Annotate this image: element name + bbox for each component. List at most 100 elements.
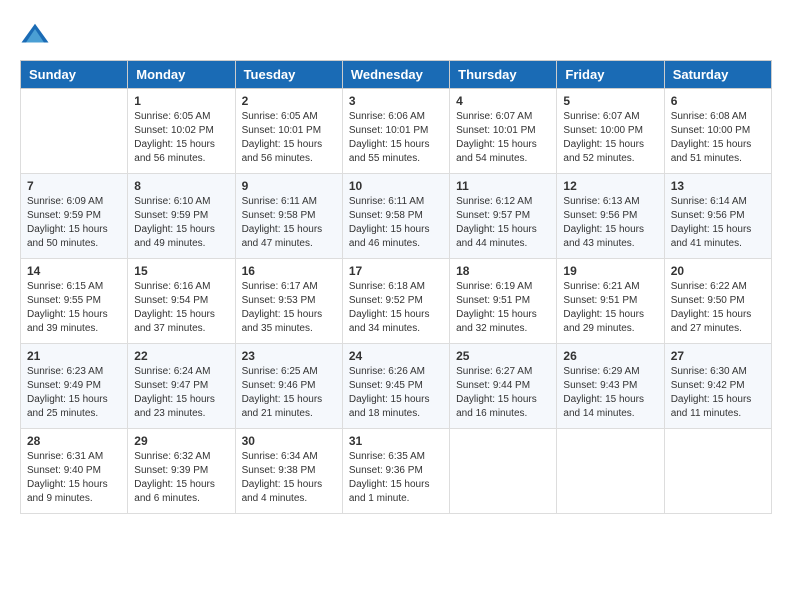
day-number: 25 xyxy=(456,349,550,363)
day-info: Sunrise: 6:08 AM Sunset: 10:00 PM Daylig… xyxy=(671,110,765,166)
calendar-cell: 10 Sunrise: 6:11 AM Sunset: 9:58 PM Dayli… xyxy=(342,174,449,259)
calendar-cell: 16 Sunrise: 6:17 AM Sunset: 9:53 PM Dayli… xyxy=(235,259,342,344)
day-number: 2 xyxy=(242,94,336,108)
day-number: 4 xyxy=(456,94,550,108)
day-number: 28 xyxy=(27,434,121,448)
day-info: Sunrise: 6:14 AM Sunset: 9:56 PM Dayligh… xyxy=(671,195,765,251)
day-info: Sunrise: 6:29 AM Sunset: 9:43 PM Dayligh… xyxy=(563,365,657,421)
calendar-cell: 3 Sunrise: 6:06 AM Sunset: 10:01 PM Dayli… xyxy=(342,89,449,174)
day-number: 19 xyxy=(563,264,657,278)
header-cell-friday: Friday xyxy=(557,61,664,89)
day-info: Sunrise: 6:07 AM Sunset: 10:00 PM Daylig… xyxy=(563,110,657,166)
calendar-cell xyxy=(450,429,557,514)
day-info: Sunrise: 6:11 AM Sunset: 9:58 PM Dayligh… xyxy=(349,195,443,251)
calendar-cell xyxy=(21,89,128,174)
header-cell-sunday: Sunday xyxy=(21,61,128,89)
day-info: Sunrise: 6:09 AM Sunset: 9:59 PM Dayligh… xyxy=(27,195,121,251)
day-number: 31 xyxy=(349,434,443,448)
day-info: Sunrise: 6:21 AM Sunset: 9:51 PM Dayligh… xyxy=(563,280,657,336)
day-number: 27 xyxy=(671,349,765,363)
day-number: 22 xyxy=(134,349,228,363)
calendar-cell: 30Sunrise: 6:34 AM Sunset: 9:38 PM Dayli… xyxy=(235,429,342,514)
day-info: Sunrise: 6:24 AM Sunset: 9:47 PM Dayligh… xyxy=(134,365,228,421)
day-info: Sunrise: 6:32 AM Sunset: 9:39 PM Dayligh… xyxy=(134,450,228,506)
header-cell-thursday: Thursday xyxy=(450,61,557,89)
header-cell-wednesday: Wednesday xyxy=(342,61,449,89)
day-number: 24 xyxy=(349,349,443,363)
calendar-cell: 25Sunrise: 6:27 AM Sunset: 9:44 PM Dayli… xyxy=(450,344,557,429)
day-number: 17 xyxy=(349,264,443,278)
day-number: 13 xyxy=(671,179,765,193)
calendar-cell: 23 Sunrise: 6:25 AM Sunset: 9:46 PM Dayli… xyxy=(235,344,342,429)
day-info: Sunrise: 6:26 AM Sunset: 9:45 PM Dayligh… xyxy=(349,365,443,421)
week-row-5: 28 Sunrise: 6:31 AM Sunset: 9:40 PM Dayli… xyxy=(21,429,772,514)
day-number: 14 xyxy=(27,264,121,278)
calendar-cell: 27 Sunrise: 6:30 AM Sunset: 9:42 PM Dayli… xyxy=(664,344,771,429)
day-number: 12 xyxy=(563,179,657,193)
day-info: Sunrise: 6:05 AM Sunset: 10:02 PM Daylig… xyxy=(134,110,228,166)
week-row-2: 7 Sunrise: 6:09 AM Sunset: 9:59 PM Daylig… xyxy=(21,174,772,259)
day-number: 10 xyxy=(349,179,443,193)
day-info: Sunrise: 6:31 AM Sunset: 9:40 PM Dayligh… xyxy=(27,450,121,506)
week-row-4: 21 Sunrise: 6:23 AM Sunset: 9:49 PM Dayli… xyxy=(21,344,772,429)
calendar-cell: 2 Sunrise: 6:05 AM Sunset: 10:01 PM Dayli… xyxy=(235,89,342,174)
day-number: 7 xyxy=(27,179,121,193)
day-number: 1 xyxy=(134,94,228,108)
day-number: 29 xyxy=(134,434,228,448)
day-number: 16 xyxy=(242,264,336,278)
calendar-cell: 6 Sunrise: 6:08 AM Sunset: 10:00 PM Dayli… xyxy=(664,89,771,174)
day-number: 8 xyxy=(134,179,228,193)
calendar-cell: 18 Sunrise: 6:19 AM Sunset: 9:51 PM Dayli… xyxy=(450,259,557,344)
header-row: SundayMondayTuesdayWednesdayThursdayFrid… xyxy=(21,61,772,89)
calendar-cell: 4 Sunrise: 6:07 AM Sunset: 10:01 PM Dayli… xyxy=(450,89,557,174)
calendar-cell: 31Sunrise: 6:35 AM Sunset: 9:36 PM Dayli… xyxy=(342,429,449,514)
week-row-1: 1 Sunrise: 6:05 AM Sunset: 10:02 PM Dayli… xyxy=(21,89,772,174)
calendar-cell: 19 Sunrise: 6:21 AM Sunset: 9:51 PM Dayli… xyxy=(557,259,664,344)
day-number: 21 xyxy=(27,349,121,363)
day-number: 26 xyxy=(563,349,657,363)
day-number: 6 xyxy=(671,94,765,108)
calendar-cell: 8 Sunrise: 6:10 AM Sunset: 9:59 PM Daylig… xyxy=(128,174,235,259)
day-info: Sunrise: 6:25 AM Sunset: 9:46 PM Dayligh… xyxy=(242,365,336,421)
day-info: Sunrise: 6:05 AM Sunset: 10:01 PM Daylig… xyxy=(242,110,336,166)
calendar-cell: 14 Sunrise: 6:15 AM Sunset: 9:55 PM Dayli… xyxy=(21,259,128,344)
calendar-cell: 21 Sunrise: 6:23 AM Sunset: 9:49 PM Dayli… xyxy=(21,344,128,429)
day-info: Sunrise: 6:17 AM Sunset: 9:53 PM Dayligh… xyxy=(242,280,336,336)
week-row-3: 14 Sunrise: 6:15 AM Sunset: 9:55 PM Dayli… xyxy=(21,259,772,344)
calendar-cell: 7 Sunrise: 6:09 AM Sunset: 9:59 PM Daylig… xyxy=(21,174,128,259)
day-number: 30 xyxy=(242,434,336,448)
header-cell-tuesday: Tuesday xyxy=(235,61,342,89)
calendar-cell: 15Sunrise: 6:16 AM Sunset: 9:54 PM Dayli… xyxy=(128,259,235,344)
header-cell-saturday: Saturday xyxy=(664,61,771,89)
day-number: 20 xyxy=(671,264,765,278)
calendar-cell: 22 Sunrise: 6:24 AM Sunset: 9:47 PM Dayli… xyxy=(128,344,235,429)
day-number: 5 xyxy=(563,94,657,108)
calendar-cell: 5 Sunrise: 6:07 AM Sunset: 10:00 PM Dayli… xyxy=(557,89,664,174)
day-info: Sunrise: 6:23 AM Sunset: 9:49 PM Dayligh… xyxy=(27,365,121,421)
calendar-cell: 13 Sunrise: 6:14 AM Sunset: 9:56 PM Dayli… xyxy=(664,174,771,259)
calendar-cell xyxy=(557,429,664,514)
day-number: 9 xyxy=(242,179,336,193)
day-info: Sunrise: 6:18 AM Sunset: 9:52 PM Dayligh… xyxy=(349,280,443,336)
logo xyxy=(20,20,54,50)
calendar-table: SundayMondayTuesdayWednesdayThursdayFrid… xyxy=(20,60,772,514)
calendar-cell: 9 Sunrise: 6:11 AM Sunset: 9:58 PM Daylig… xyxy=(235,174,342,259)
day-info: Sunrise: 6:19 AM Sunset: 9:51 PM Dayligh… xyxy=(456,280,550,336)
calendar-cell: 28 Sunrise: 6:31 AM Sunset: 9:40 PM Dayli… xyxy=(21,429,128,514)
page-header xyxy=(20,20,772,50)
day-number: 23 xyxy=(242,349,336,363)
day-info: Sunrise: 6:07 AM Sunset: 10:01 PM Daylig… xyxy=(456,110,550,166)
day-number: 11 xyxy=(456,179,550,193)
day-info: Sunrise: 6:06 AM Sunset: 10:01 PM Daylig… xyxy=(349,110,443,166)
day-info: Sunrise: 6:15 AM Sunset: 9:55 PM Dayligh… xyxy=(27,280,121,336)
calendar-cell: 17 Sunrise: 6:18 AM Sunset: 9:52 PM Dayli… xyxy=(342,259,449,344)
day-info: Sunrise: 6:10 AM Sunset: 9:59 PM Dayligh… xyxy=(134,195,228,251)
day-number: 3 xyxy=(349,94,443,108)
day-number: 18 xyxy=(456,264,550,278)
calendar-cell xyxy=(664,429,771,514)
day-info: Sunrise: 6:30 AM Sunset: 9:42 PM Dayligh… xyxy=(671,365,765,421)
day-info: Sunrise: 6:11 AM Sunset: 9:58 PM Dayligh… xyxy=(242,195,336,251)
day-info: Sunrise: 6:12 AM Sunset: 9:57 PM Dayligh… xyxy=(456,195,550,251)
calendar-cell: 24 Sunrise: 6:26 AM Sunset: 9:45 PM Dayli… xyxy=(342,344,449,429)
day-number: 15 xyxy=(134,264,228,278)
